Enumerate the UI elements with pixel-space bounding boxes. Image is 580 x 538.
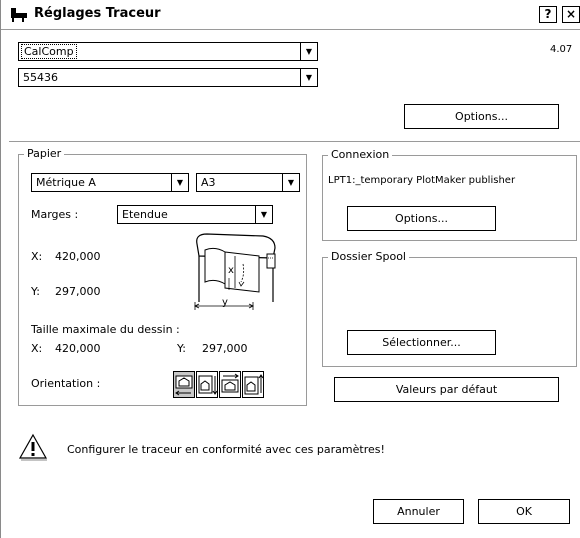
orientation-landscape-left-button[interactable] (173, 371, 195, 398)
orientation-landscape-right-button[interactable] (219, 371, 241, 398)
chevron-down-icon[interactable]: ▼ (171, 174, 188, 191)
paper-x-label: X: (31, 250, 43, 263)
orientation-portrait-down-button[interactable] (196, 371, 218, 398)
paper-legend: Papier (24, 147, 65, 160)
orientation-landscape-right-icon (221, 373, 239, 393)
connection-port-text: LPT1:_temporary PlotMaker publisher (328, 175, 516, 186)
paper-standard-select[interactable]: Métrique A ▼ (31, 173, 189, 192)
margins-label: Marges : (31, 208, 79, 221)
paper-y-value: 297,000 (55, 285, 101, 298)
illustration-y-label: y (222, 297, 228, 308)
cancel-button[interactable]: Annuler (373, 499, 464, 524)
options-button[interactable]: Options... (404, 104, 559, 129)
window-title: Réglages Traceur (34, 6, 161, 21)
chevron-down-icon[interactable]: ▼ (300, 69, 317, 86)
connection-options-button[interactable]: Options... (347, 206, 496, 231)
title-bar: Réglages Traceur ? × (1, 0, 580, 30)
model-select-value: 55436 (23, 71, 58, 84)
paper-y-label: Y: (31, 285, 40, 298)
plotter-settings-dialog: Réglages Traceur ? × 4.07 CalComp ▼ 5543… (0, 0, 580, 538)
warning-icon (18, 433, 48, 461)
close-button[interactable]: × (562, 6, 580, 23)
chevron-down-icon[interactable]: ▼ (300, 43, 317, 60)
plotter-select-value: CalComp (21, 44, 77, 59)
illustration-x-label: x (228, 265, 234, 276)
max-size-title: Taille maximale du dessin : (31, 323, 180, 336)
margins-select[interactable]: Etendue ▼ (117, 205, 273, 224)
ok-button[interactable]: OK (478, 499, 570, 524)
paper-size-select[interactable]: A3 ▼ (196, 173, 300, 192)
configuration-message: Configurer le traceur en conformité avec… (67, 443, 385, 456)
connection-legend: Connexion (328, 148, 393, 161)
orientation-portrait-down-icon (198, 375, 218, 395)
model-select[interactable]: 55436 ▼ (18, 68, 318, 87)
default-values-button[interactable]: Valeurs par défaut (334, 377, 559, 402)
orientation-label: Orientation : (31, 377, 101, 390)
chevron-down-icon[interactable]: ▼ (282, 174, 299, 191)
paper-size-value: A3 (201, 176, 216, 189)
help-button[interactable]: ? (539, 6, 557, 23)
max-x-label: X: (31, 342, 43, 355)
paper-standard-value: Métrique A (36, 176, 96, 189)
plotter-select[interactable]: CalComp ▼ (18, 42, 318, 61)
separator (9, 141, 580, 142)
chevron-down-icon[interactable]: ▼ (255, 206, 272, 223)
max-y-value: 297,000 (202, 342, 248, 355)
orientation-portrait-up-icon (244, 374, 264, 395)
version-label: 4.07 (550, 44, 573, 55)
max-x-value: 420,000 (55, 342, 101, 355)
orientation-landscape-left-icon (175, 375, 193, 396)
spool-select-button[interactable]: Sélectionner... (347, 330, 496, 355)
plotter-illustration-icon (194, 233, 276, 310)
spool-legend: Dossier Spool (328, 250, 409, 263)
paper-x-value: 420,000 (55, 250, 101, 263)
orientation-portrait-up-button[interactable] (242, 371, 264, 398)
margins-value: Etendue (122, 208, 168, 221)
max-y-label: Y: (177, 342, 186, 355)
plotter-title-icon (11, 8, 27, 22)
